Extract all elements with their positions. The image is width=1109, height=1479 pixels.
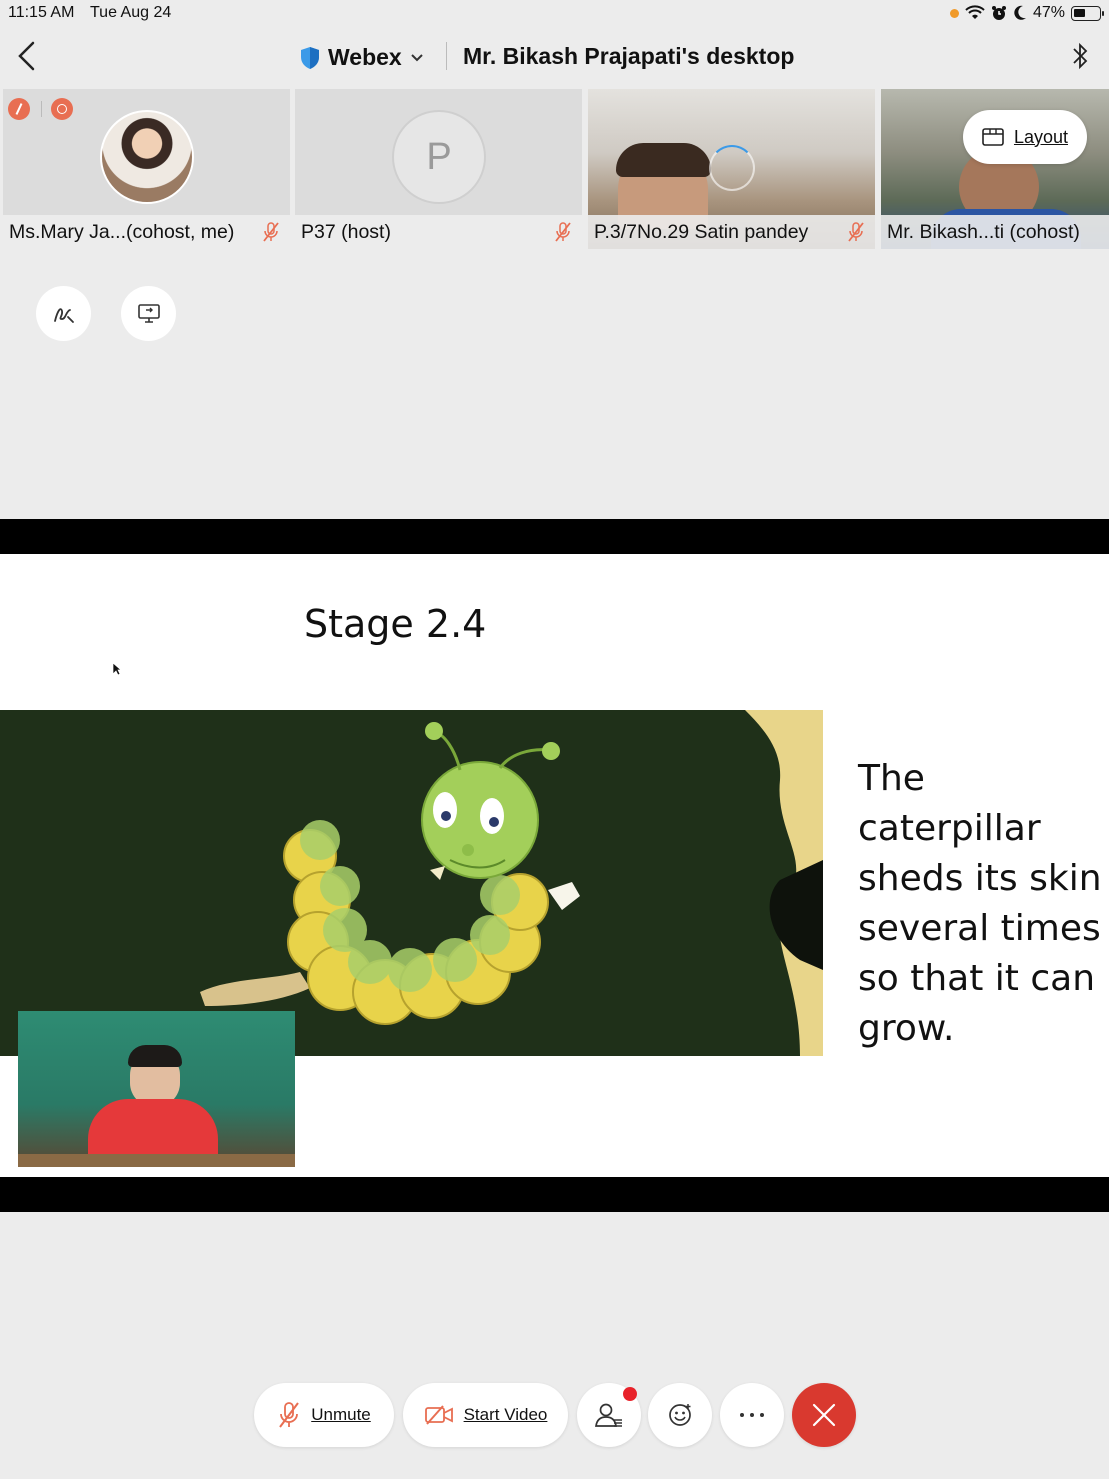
participant-name-text: Ms.Mary Ja...(cohost, me) <box>9 221 235 243</box>
layout-label: Layout <box>1013 126 1069 147</box>
slide-title: Stage 2.4 <box>304 602 487 646</box>
participant-name: P37 (host) <box>295 215 582 249</box>
layout-icon <box>982 128 1004 146</box>
reactions-button[interactable] <box>648 1383 712 1447</box>
unmute-label: Unmute <box>311 1405 371 1424</box>
participants-button[interactable] <box>577 1383 641 1447</box>
pointer-cursor-icon <box>112 662 122 676</box>
mic-muted-icon <box>555 222 571 242</box>
participant-name: Ms.Mary Ja...(cohost, me) <box>3 215 290 249</box>
wifi-icon <box>965 5 985 19</box>
moon-icon <box>1014 5 1026 20</box>
share-letterbox-top <box>0 519 1109 554</box>
participant-name-text: Mr. Bikash...ti (cohost) <box>887 221 1080 243</box>
participant-name-text: P.3/7No.29 Satin pandey <box>594 221 809 243</box>
loading-spinner <box>709 145 755 191</box>
avatar <box>100 110 194 204</box>
start-video-label: Start Video <box>463 1405 548 1424</box>
share-letterbox-bottom <box>0 1177 1109 1212</box>
shared-screen[interactable]: Stage 2.4 The caterpillar sheds its skin… <box>0 554 1109 1177</box>
leave-meeting-button[interactable] <box>792 1383 856 1447</box>
orange-dot-icon <box>949 8 959 18</box>
participant-name: Mr. Bikash...ti (cohost) <box>881 215 1109 249</box>
participant-tile[interactable]: Ms.Mary Ja...(cohost, me) <box>3 89 290 249</box>
annotate-button[interactable] <box>36 286 91 341</box>
status-time: 11:15 AM <box>8 4 75 21</box>
participants-icon <box>595 1403 622 1427</box>
emoji-icon <box>669 1404 691 1426</box>
status-icons: 47% <box>949 4 1104 22</box>
status-date: Tue Aug 24 <box>90 4 172 21</box>
back-chevron-icon[interactable] <box>12 40 42 72</box>
meeting-header: Webex Mr. Bikash Prajapati's desktop <box>0 30 1109 84</box>
share-screen-button[interactable] <box>121 286 176 341</box>
share-screen-icon <box>137 303 160 323</box>
close-icon <box>812 1403 836 1427</box>
battery-level <box>1074 8 1085 17</box>
badge-divider <box>41 101 42 117</box>
avatar: P <box>392 110 486 204</box>
self-view-video[interactable] <box>18 1011 295 1167</box>
shield-icon <box>301 46 319 69</box>
battery-icon <box>1071 5 1104 21</box>
start-video-button[interactable]: Start Video <box>403 1383 568 1447</box>
participant-tile[interactable]: P.3/7No.29 Satin pandey <box>588 89 875 249</box>
ellipsis-icon <box>740 1413 764 1417</box>
caterpillar-illustration <box>0 710 823 1056</box>
notification-dot <box>623 1387 637 1401</box>
avatar-initial: P <box>426 135 452 178</box>
battery-percent: 47% <box>1032 4 1065 21</box>
annotate-icon <box>53 307 74 323</box>
more-options-button[interactable] <box>720 1383 784 1447</box>
self-view-hair <box>128 1045 182 1067</box>
participant-name: P.3/7No.29 Satin pandey <box>588 215 875 249</box>
mic-muted-icon <box>279 1402 300 1428</box>
participant-video-hair <box>616 143 711 177</box>
webex-label: Webex <box>328 44 402 70</box>
slide-body-text: The caterpillar sheds its skin several t… <box>858 758 1102 1049</box>
caterpillar-drawing <box>200 710 823 1056</box>
mic-muted-icon <box>848 222 864 242</box>
shared-desktop-title: Mr. Bikash Prajapati's desktop <box>463 43 795 69</box>
chevron-down-icon <box>411 53 423 61</box>
status-bar: 11:15 AM Tue Aug 24 47% <box>0 0 1109 28</box>
layout-button[interactable]: Layout <box>963 110 1087 164</box>
recording-badge-icon <box>51 98 73 120</box>
video-off-icon <box>424 1405 453 1425</box>
webex-menu[interactable]: Webex <box>300 44 424 71</box>
bluetooth-icon[interactable] <box>1069 40 1091 72</box>
mic-muted-icon <box>263 222 279 242</box>
unmute-button[interactable]: Unmute <box>254 1383 394 1447</box>
header-divider <box>446 42 447 70</box>
participant-name-text: P37 (host) <box>301 221 391 243</box>
participant-tile[interactable]: P P37 (host) <box>295 89 582 249</box>
self-view-desk <box>18 1154 295 1167</box>
alarm-icon <box>991 6 1006 20</box>
muted-badge-icon <box>8 98 30 120</box>
